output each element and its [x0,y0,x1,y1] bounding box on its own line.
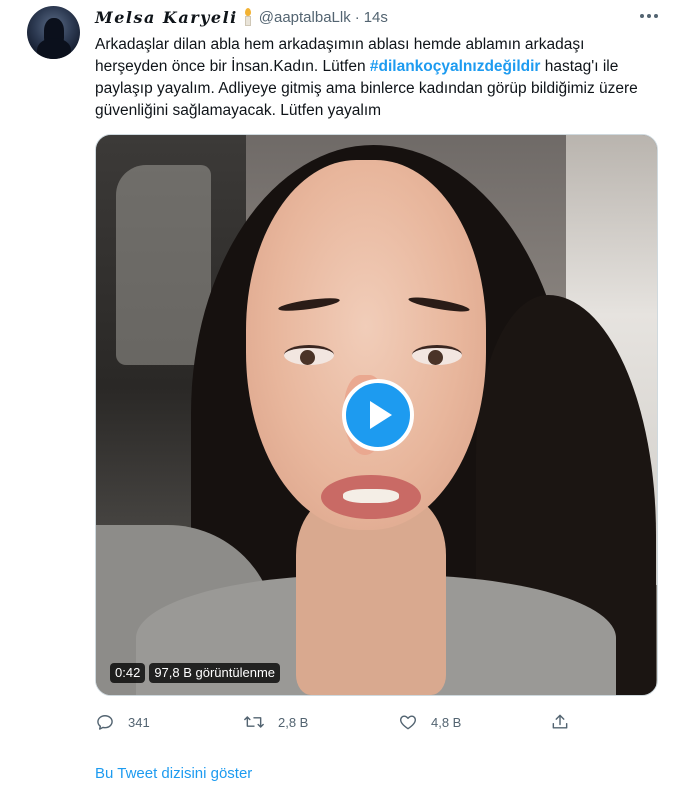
candle-icon [242,8,254,26]
reply-button[interactable]: 341 [95,711,150,733]
user-handle[interactable]: @aaptalbaLlk [259,9,351,26]
display-name[interactable]: Melsa Karyeli [95,8,238,27]
tweet-text: Arkadaşlar dilan abla hem arkadaşımın ab… [95,34,650,122]
reply-icon [97,715,113,730]
like-count: 4,8 B [431,714,462,730]
tweet: Melsa Karyeli @aaptalbaLlk · 14s Arkadaş… [0,0,680,800]
retweet-count: 2,8 B [278,714,309,730]
video-info: 0:42 97,8 B görüntülenme [110,663,281,683]
tweet-header: Melsa Karyeli @aaptalbaLlk · 14s [95,7,388,27]
reply-count: 341 [128,714,150,730]
retweet-button[interactable]: 2,8 B [243,711,308,733]
video-duration: 0:42 [110,663,146,683]
more-options-icon[interactable] [637,6,661,26]
tweet-time[interactable]: 14s [364,9,388,26]
heart-icon [400,715,416,730]
retweet-icon [244,716,264,728]
like-button[interactable]: 4,8 B [398,711,461,733]
video-player[interactable]: 0:42 97,8 B görüntülenme [95,134,658,696]
video-views: 97,8 B görüntülenme [149,663,281,683]
show-thread-link[interactable]: Bu Tweet dizisini göster [95,765,252,782]
play-icon [370,401,392,429]
hashtag-link[interactable]: #dilankoçyalnızdeğildir [370,58,541,75]
tweet-actions: 341 2,8 B 4,8 B [95,711,575,733]
avatar[interactable] [27,6,80,59]
separator: · [354,8,360,26]
play-button[interactable] [342,379,414,451]
share-icon [552,714,568,729]
share-button[interactable] [550,711,570,733]
